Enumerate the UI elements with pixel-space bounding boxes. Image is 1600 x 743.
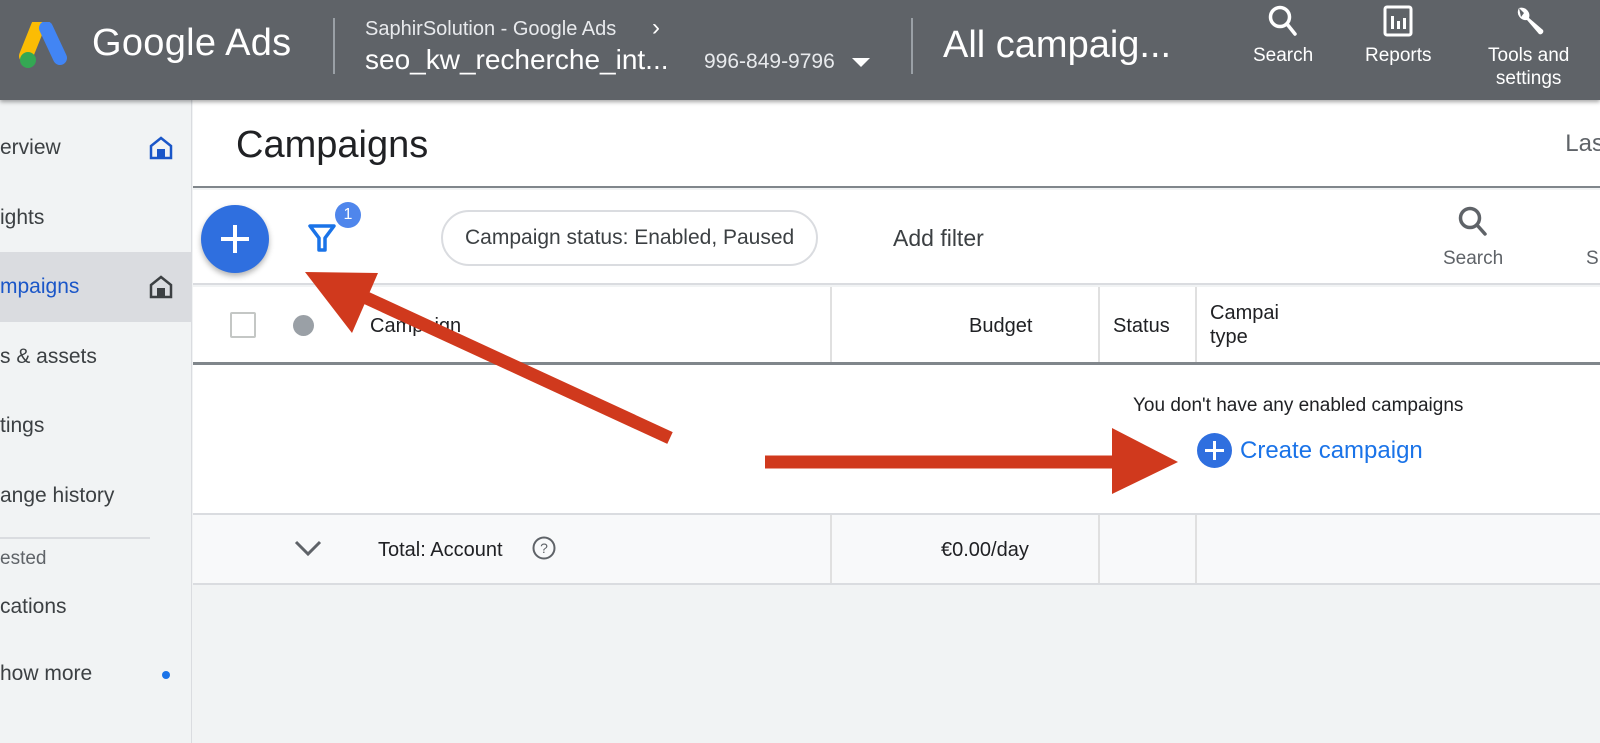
breadcrumb-chevron-right-icon: › [652, 14, 660, 41]
google-ads-logo-text: Google Ads [92, 22, 292, 64]
header-divider [911, 18, 913, 74]
column-header-campaign-type[interactable]: Campai type [1210, 301, 1279, 349]
sidebar-item-label: ange history [0, 484, 115, 507]
sidebar-item-change-history[interactable]: ange history [0, 461, 192, 531]
header-divider [333, 18, 335, 74]
table-search-button[interactable]: Search [1443, 204, 1503, 270]
sidebar-item-label: erview [0, 136, 61, 159]
top-tools-label-line2: settings [1495, 68, 1562, 89]
total-budget-value: €0.00/day [941, 539, 1029, 561]
sidebar-item-insights[interactable]: ights [0, 183, 192, 253]
help-circle-icon[interactable]: ? [531, 535, 557, 561]
manager-account-breadcrumb[interactable]: SaphirSolution - Google Ads [365, 18, 616, 41]
column-divider [1098, 515, 1100, 583]
empty-state: You don't have any enabled campaigns Cre… [193, 365, 1600, 513]
sidebar-item-label: how more [0, 662, 93, 685]
top-reports-button[interactable]: Reports [1365, 4, 1432, 67]
sidebar-divider [0, 537, 150, 539]
top-search-button[interactable]: Search [1253, 4, 1313, 67]
svg-text:?: ? [540, 540, 548, 556]
column-divider [1098, 287, 1100, 362]
select-all-checkbox[interactable] [230, 312, 256, 338]
top-reports-label: Reports [1365, 45, 1432, 66]
create-campaign-label: Create campaign [1240, 436, 1423, 464]
search-icon [1458, 206, 1487, 236]
column-header-campaign-type-line2: type [1210, 326, 1248, 348]
sidebar-item-campaigns[interactable]: mpaigns [0, 252, 192, 322]
column-header-campaign[interactable]: Campaign [370, 314, 461, 338]
add-circle-icon [1197, 433, 1232, 468]
account-name[interactable]: seo_kw_recherche_int... [365, 44, 669, 76]
table-search-label: Search [1443, 248, 1504, 269]
campaign-scope-selector[interactable]: All campaig... [943, 24, 1171, 67]
table-header-row: Campaign Budget Status Campai type [193, 287, 1600, 365]
account-dropdown-caret-icon[interactable] [852, 58, 870, 67]
google-ads-logo-icon [19, 22, 67, 68]
column-divider [830, 515, 832, 583]
search-icon [1268, 5, 1297, 36]
sidebar-item-ads-assets[interactable]: s & assets [0, 322, 192, 392]
page-header: Campaigns Las [193, 100, 1600, 188]
total-account-row: Total: Account ? €0.00/day [193, 513, 1600, 585]
top-app-bar: Google Ads SaphirSolution - Google Ads ›… [0, 0, 1600, 100]
reports-icon [1383, 5, 1413, 37]
column-header-status[interactable]: Status [1113, 314, 1170, 338]
page-title: Campaigns [236, 124, 429, 166]
column-header-campaign-type-line1: Campai [1210, 302, 1279, 324]
top-search-label: Search [1253, 45, 1314, 66]
create-campaign-link[interactable]: Create campaign [1197, 433, 1423, 468]
column-divider [1195, 515, 1197, 583]
filter-count-badge: 1 [335, 202, 361, 228]
sidebar-item-label: tings [0, 414, 45, 437]
sidebar-item-label: cations [0, 595, 67, 618]
new-indicator-dot [162, 671, 170, 679]
home-icon [149, 136, 173, 160]
account-id[interactable]: 996-849-9796 [704, 50, 835, 74]
sidebar-item-label: ights [0, 206, 45, 229]
sidebar-item-settings[interactable]: tings [0, 391, 192, 461]
column-divider [1195, 287, 1197, 362]
total-account-label: Total: Account [378, 539, 503, 561]
empty-state-message: You don't have any enabled campaigns [1133, 395, 1464, 416]
campaign-status-filter-chip[interactable]: Campaign status: Enabled, Paused [441, 210, 819, 266]
date-range-selector[interactable]: Las [1565, 130, 1600, 158]
home-icon [149, 275, 173, 299]
add-filter-button[interactable]: Add filter [893, 225, 984, 252]
wrench-icon [1517, 7, 1543, 35]
main-content: Campaigns Las 1 Campaign status: Enabled… [193, 100, 1600, 743]
add-campaign-fab-button[interactable] [201, 205, 269, 273]
top-tools-settings-button[interactable]: Tools and settings [1488, 4, 1569, 90]
column-header-budget[interactable]: Budget [969, 314, 1032, 338]
top-tools-label-line1: Tools and [1488, 45, 1570, 66]
sidebar-item-locations[interactable]: cations [0, 572, 192, 642]
sidebar-item-label: mpaigns [0, 275, 80, 298]
chevron-down-icon[interactable] [293, 537, 323, 559]
column-divider [830, 287, 832, 362]
sidebar-section-suggested: ested [0, 548, 47, 569]
table-toolbar: 1 Campaign status: Enabled, Paused Add f… [193, 190, 1600, 285]
status-column-dot-icon [293, 315, 314, 336]
segment-button-partial[interactable]: S [1586, 248, 1599, 270]
sidebar-item-label: s & assets [0, 345, 97, 368]
sidebar-item-overview[interactable]: erview [0, 113, 192, 183]
left-navigation: erview ights mpaigns s & assets tings an… [0, 100, 192, 743]
